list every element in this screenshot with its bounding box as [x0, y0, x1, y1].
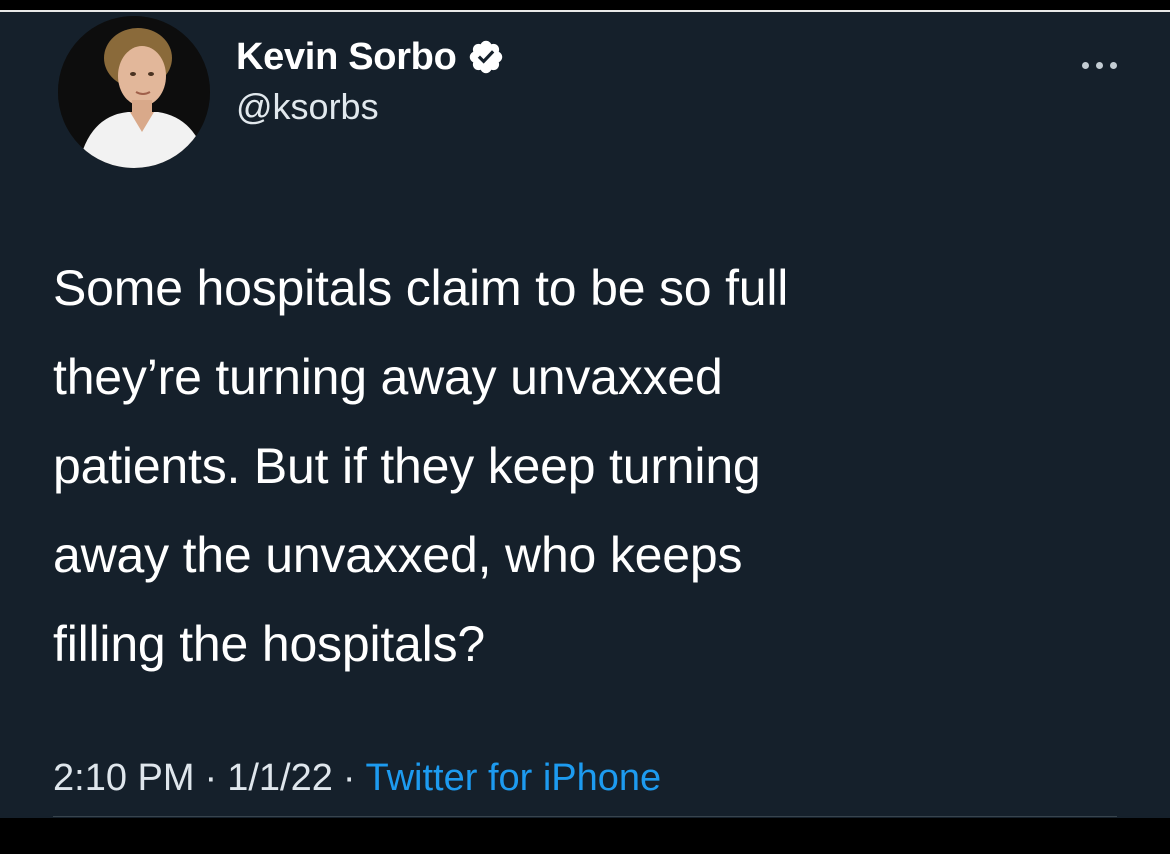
more-horizontal-icon	[1081, 61, 1089, 69]
tweet-source-link[interactable]: Twitter for iPhone	[366, 757, 662, 799]
meta-separator: ·	[342, 757, 356, 799]
tweet-card: Kevin Sorbo @ksorbs Some hospitals claim…	[0, 10, 1170, 818]
display-name-row: Kevin Sorbo	[236, 34, 505, 80]
tweet-header: Kevin Sorbo @ksorbs	[58, 16, 1138, 176]
more-horizontal-icon	[1095, 61, 1103, 69]
meta-separator: ·	[204, 757, 218, 799]
tweet-time[interactable]: 2:10 PM	[53, 757, 195, 799]
screenshot-frame: Kevin Sorbo @ksorbs Some hospitals claim…	[0, 0, 1170, 854]
tweet-date[interactable]: 1/1/22	[227, 757, 333, 799]
tweet-text: Some hospitals claim to be so full they’…	[53, 260, 789, 672]
more-options-button[interactable]	[1064, 50, 1134, 80]
divider	[53, 816, 1117, 817]
user-handle[interactable]: @ksorbs	[236, 84, 505, 130]
more-horizontal-icon	[1109, 61, 1117, 69]
display-name[interactable]: Kevin Sorbo	[236, 34, 457, 80]
avatar[interactable]	[58, 16, 210, 168]
tweet-metadata: 2:10 PM · 1/1/22 · Twitter for iPhone	[53, 754, 661, 802]
avatar-photo	[58, 16, 210, 168]
author-info: Kevin Sorbo @ksorbs	[236, 34, 505, 130]
verified-badge-icon	[467, 38, 505, 76]
